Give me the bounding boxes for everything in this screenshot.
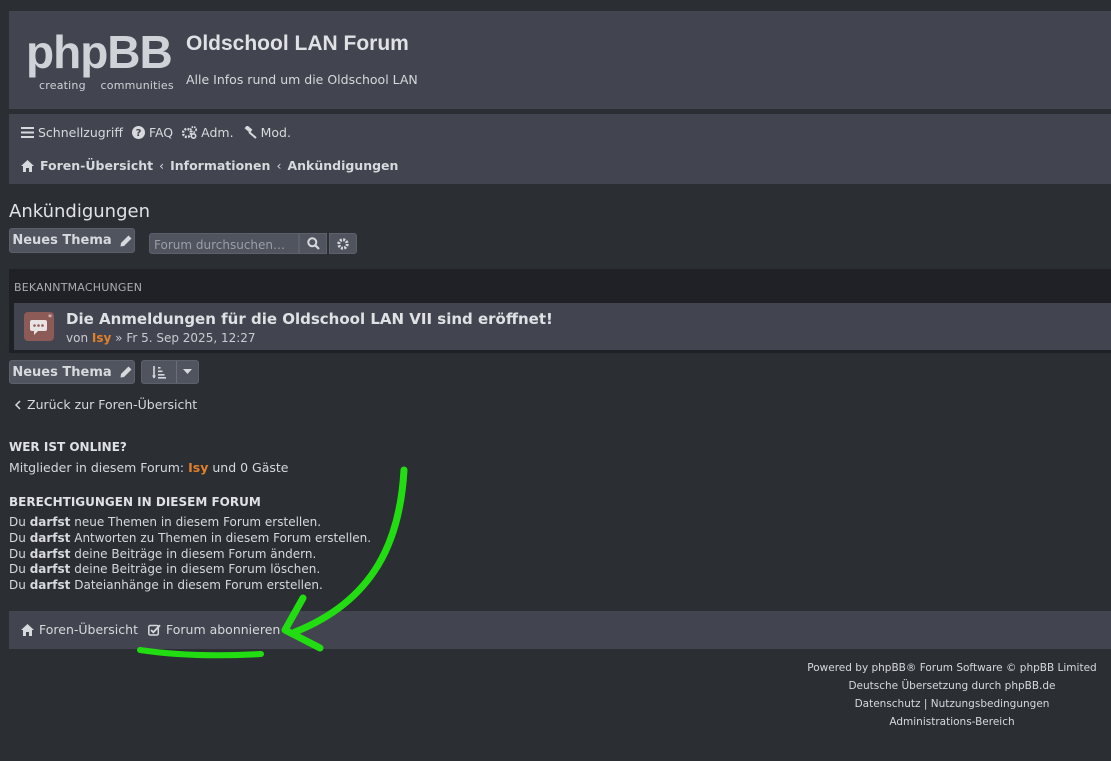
advanced-search-button[interactable]: [329, 233, 357, 254]
cogs-icon: [182, 126, 198, 139]
breadcrumb-informationen[interactable]: Informationen: [170, 158, 270, 173]
logo-text: phpBB: [26, 26, 173, 78]
sort-amount-icon: [152, 365, 166, 379]
check-square-icon: [148, 624, 161, 636]
permission-line: Du darfst Antworten zu Themen in diesem …: [9, 530, 372, 545]
forum-search-field[interactable]: [149, 233, 299, 255]
site-title[interactable]: Oldschool LAN Forum: [186, 32, 409, 56]
announcement-topic-icon: *: [24, 312, 54, 341]
faq-label: FAQ: [148, 125, 174, 140]
breadcrumb-index[interactable]: Foren-Übersicht: [40, 158, 153, 173]
breadcrumb-separator: ‹: [159, 158, 165, 173]
home-icon: [21, 623, 34, 636]
new-topic-label: Neues Thema: [12, 233, 112, 248]
new-topic-label: Neues Thema: [12, 364, 112, 380]
admin-link[interactable]: Adm.: [182, 125, 234, 140]
topic-date: » Fr 5. Sep 2025, 12:27: [115, 331, 256, 345]
topic-row[interactable]: * Die Anmeldungen für die Oldschool LAN …: [14, 303, 1111, 350]
forum-search-input[interactable]: [150, 235, 298, 255]
site-header: phpBB creating communities Oldschool LAN…: [9, 11, 1111, 109]
online-heading: WER IST ONLINE?: [9, 440, 127, 454]
online-prefix: Mitglieder in diesem Forum:: [9, 460, 185, 475]
legal-links: Datenschutz | Nutzungsbedingungen: [780, 698, 1111, 710]
permission-line: Du darfst Dateianhänge in diesem Forum e…: [9, 578, 323, 593]
quick-access-label: Schnellzugriff: [38, 125, 123, 140]
new-topic-button[interactable]: Neues Thema: [9, 228, 135, 253]
svg-text:?: ?: [136, 128, 142, 139]
back-to-index-link[interactable]: Zurück zur Foren-Übersicht: [14, 397, 197, 412]
permission-line: Du darfst deine Beiträge in diesem Forum…: [9, 546, 317, 561]
moderator-label: Mod.: [260, 125, 291, 140]
annotation-underline: [137, 647, 264, 659]
site-description: Alle Infos rund um die Oldschool LAN: [186, 72, 418, 87]
translation-text: Deutsche Übersetzung durch phpBB.de: [848, 680, 1056, 692]
topic-author-link[interactable]: Isy: [92, 331, 111, 345]
quick-access-menu[interactable]: Schnellzugriff: [21, 125, 123, 140]
faq-link[interactable]: ? FAQ: [131, 125, 174, 140]
permissions-heading: BERECHTIGUNGEN IN DIESEM FORUM: [9, 495, 261, 509]
online-text: Mitglieder in diesem Forum: Isy und 0 Gä…: [9, 460, 289, 475]
footer-navbar: Foren-Übersicht Forum abonnieren: [9, 611, 1111, 649]
footer-index-label: Foren-Übersicht: [39, 622, 138, 637]
topic-title-link[interactable]: Die Anmeldungen für die Oldschool LAN VI…: [66, 310, 553, 328]
phpbb-logo[interactable]: phpBB creating communities: [26, 25, 174, 92]
logo-subtitle: creating communities: [39, 79, 174, 92]
subscribe-forum-label: Forum abonnieren: [165, 622, 281, 637]
hamburger-icon: [21, 127, 34, 138]
gavel-icon: [244, 126, 257, 139]
subscribe-forum-link[interactable]: Forum abonnieren: [148, 622, 280, 637]
pencil-icon: [120, 366, 132, 378]
home-icon: [21, 159, 34, 172]
pencil-icon: [120, 235, 132, 246]
search-button[interactable]: [299, 233, 327, 254]
gear-icon: [337, 237, 349, 250]
breadcrumb-ankuendigungen[interactable]: Ankündigungen: [287, 158, 398, 173]
question-circle-icon: ?: [131, 126, 145, 139]
online-suffix: und 0 Gäste: [212, 460, 289, 475]
new-topic-button-bottom[interactable]: Neues Thema: [9, 360, 135, 384]
privacy-link[interactable]: Datenschutz: [855, 698, 921, 710]
back-link-label: Zurück zur Foren-Übersicht: [27, 397, 198, 412]
topic-by-label: von: [66, 331, 89, 345]
breadcrumb-separator: ‹: [276, 158, 282, 173]
caret-down-icon: [183, 369, 192, 374]
terms-link[interactable]: Nutzungsbedingungen: [931, 698, 1050, 710]
topic-list: BEKANNTMACHUNGEN * Die Anmeldungen für d…: [9, 269, 1111, 353]
page-title[interactable]: Ankündigungen: [9, 201, 150, 222]
permission-line: Du darfst neue Themen in diesem Forum er…: [9, 515, 322, 529]
admin-panel-link[interactable]: Administrations-Bereich: [780, 716, 1111, 728]
admin-label: Adm.: [201, 125, 234, 140]
sort-options-dropdown[interactable]: [141, 360, 199, 384]
topic-list-header: BEKANNTMACHUNGEN: [14, 281, 143, 294]
online-user-link[interactable]: Isy: [188, 460, 208, 475]
search-icon: [306, 237, 320, 250]
svg-text:*: *: [48, 313, 52, 322]
breadcrumb: Foren-Übersicht ‹ Informationen ‹ Ankünd…: [21, 158, 398, 173]
topic-meta: von Isy » Fr 5. Sep 2025, 12:27: [66, 331, 256, 345]
legal-separator: |: [923, 698, 928, 710]
chevron-left-icon: [14, 399, 21, 410]
moderator-link[interactable]: Mod.: [243, 125, 291, 140]
permissions-list: Du darfst neue Themen in diesem Forum er…: [9, 515, 371, 594]
footer-index-link[interactable]: Foren-Übersicht: [21, 622, 138, 637]
permission-line: Du darfst deine Beiträge in diesem Forum…: [9, 562, 321, 577]
navbar: Schnellzugriff ? FAQ Adm. Mod. Foren-Übe…: [9, 114, 1111, 184]
powered-by-text: Powered by phpBB® Forum Software © phpBB…: [807, 662, 1097, 674]
